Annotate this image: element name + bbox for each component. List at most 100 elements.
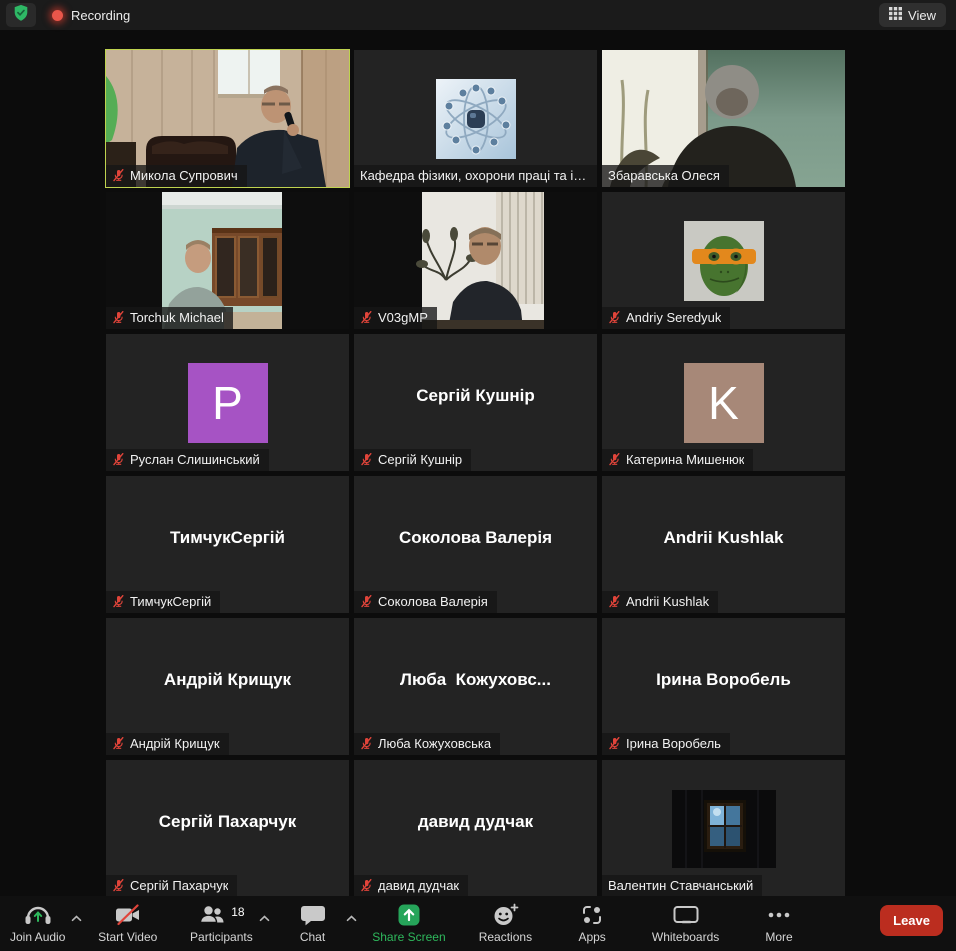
participant-display-name: Люба Кожуховс... [354,618,597,741]
letter-avatar: P [188,363,268,443]
apps-button[interactable]: Apps [565,903,619,944]
muted-mic-icon [608,595,621,608]
letter-avatar: K [684,363,764,443]
muted-mic-icon [360,595,373,608]
participant-tile[interactable]: Andriy Seredyuk [602,192,845,329]
participant-name-text: Andriy Seredyuk [626,310,721,325]
view-button-label: View [908,8,936,23]
dark-window-avatar [672,790,776,868]
share-screen-button[interactable]: Share Screen [372,903,445,944]
participant-name-label: Ірина Воробель [602,733,730,755]
participant-name-label: ТимчукСергій [106,591,220,613]
participant-name-label: Torchuk Michael [106,307,233,329]
participant-name-text: Микола Супрович [130,168,238,183]
toolbar-button-label: Reactions [479,931,532,944]
toolbar-button-label: Start Video [98,931,157,944]
reactions-icon [492,903,519,930]
toolbar-button-label: Apps [578,931,605,944]
muted-mic-icon [360,311,373,324]
participant-name-label: Андрій Крищук [106,733,229,755]
participant-tile[interactable]: Микола Супрович [106,50,349,187]
toolbar-button-label: Participants [190,931,253,944]
participant-name-label: Кафедра фізики, охорони праці та ін... [354,165,597,187]
participant-tile[interactable]: Валентин Ставчанський [602,760,845,897]
participant-tile[interactable]: P Руслан Слишинський [106,334,349,471]
participant-tile[interactable]: Збаравська Олеся [602,50,845,187]
participant-name-text: Andrii Kushlak [626,594,709,609]
muted-mic-icon [112,453,125,466]
participant-tile[interactable]: давид дудчакдавид дудчак [354,760,597,897]
participant-grid: Микола Супрович Кафедра фізики, охорони п… [106,50,845,897]
muted-mic-icon [112,737,125,750]
participant-display-name: Ірина Воробель [602,618,845,741]
chevron-up-icon[interactable] [346,911,357,925]
security-shield-button[interactable] [6,3,36,27]
participant-name-text: Соколова Валерія [378,594,488,609]
recording-dot-icon [52,10,63,21]
participant-name-text: Люба Кожуховська [378,736,491,751]
participant-display-name: Сергій Кушнір [354,334,597,457]
video-off-icon [113,903,143,930]
green-face-orange-mask-avatar [684,221,764,301]
recording-label: Recording [71,8,130,23]
leave-button[interactable]: Leave [880,905,943,936]
more-button[interactable]: More [752,903,806,944]
participant-tile[interactable]: Люба Кожуховс...Люба Кожуховська [354,618,597,755]
muted-mic-icon [112,595,125,608]
muted-mic-icon [112,879,125,892]
participant-name-label: Катерина Мишенюк [602,449,753,471]
participant-name-text: Torchuk Michael [130,310,224,325]
toolbar-button-label: Whiteboards [652,931,719,944]
participant-tile[interactable]: Andrii KushlakAndrii Kushlak [602,476,845,613]
start-video-button[interactable]: Start Video [98,903,157,944]
whiteboard-icon [672,903,700,930]
chevron-up-icon[interactable] [259,911,270,925]
participant-tile[interactable]: Сергій КушнірСергій Кушнір [354,334,597,471]
participant-tile[interactable]: Ірина ВоробельІрина Воробель [602,618,845,755]
participants-button[interactable]: 18 Participants [190,903,253,944]
recording-indicator: Recording [52,8,130,23]
participant-display-name: ТимчукСергій [106,476,349,599]
participant-display-name: Андрій Крищук [106,618,349,741]
headset-icon [23,903,53,930]
participant-name-text: Ірина Воробель [626,736,721,751]
participant-name-text: Сергій Пахарчук [130,878,228,893]
toolbar-button-label: More [765,931,792,944]
chat-button[interactable]: Chat [286,903,340,944]
view-button[interactable]: View [879,3,946,27]
participant-tile[interactable]: Torchuk Michael [106,192,349,329]
participant-count-badge: 18 [231,905,244,919]
participant-name-text: Руслан Слишинський [130,452,260,467]
muted-mic-icon [360,879,373,892]
participant-tile[interactable]: Сергій ПахарчукСергій Пахарчук [106,760,349,897]
meeting-toolbar: Join Audio Start Video 18 Participants Chat S… [0,896,956,951]
participant-tile[interactable]: Кафедра фізики, охорони праці та ін... [354,50,597,187]
participant-name-text: Збаравська Олеся [608,168,720,183]
muted-mic-icon [608,453,621,466]
participant-name-text: ТимчукСергій [130,594,211,609]
muted-mic-icon [360,737,373,750]
participant-name-text: Андрій Крищук [130,736,220,751]
apps-icon [580,903,604,930]
participant-tile[interactable]: ТимчукСергійТимчукСергій [106,476,349,613]
participant-tile[interactable]: Соколова ВалеріяСоколова Валерія [354,476,597,613]
join-audio-button[interactable]: Join Audio [10,903,65,944]
toolbar-button-label: Share Screen [372,931,445,944]
participant-display-name: Сергій Пахарчук [106,760,349,883]
participant-name-text: Валентин Ставчанський [608,878,753,893]
reactions-button[interactable]: Reactions [478,903,532,944]
share-screen-icon [397,903,421,930]
chevron-up-icon[interactable] [71,911,82,925]
participant-tile[interactable]: Андрій КрищукАндрій Крищук [106,618,349,755]
chat-icon [300,903,326,930]
muted-mic-icon [112,169,125,182]
participant-name-label: Руслан Слишинський [106,449,269,471]
whiteboards-button[interactable]: Whiteboards [652,903,719,944]
participant-name-label: Andriy Seredyuk [602,307,730,329]
participant-display-name: давид дудчак [354,760,597,883]
participant-tile[interactable]: V03gMP [354,192,597,329]
meeting-top-bar: Recording View [0,0,956,30]
toolbar-button-label: Chat [300,931,325,944]
participant-tile[interactable]: K Катерина Мишенюк [602,334,845,471]
participant-name-label: Сергій Пахарчук [106,875,237,897]
